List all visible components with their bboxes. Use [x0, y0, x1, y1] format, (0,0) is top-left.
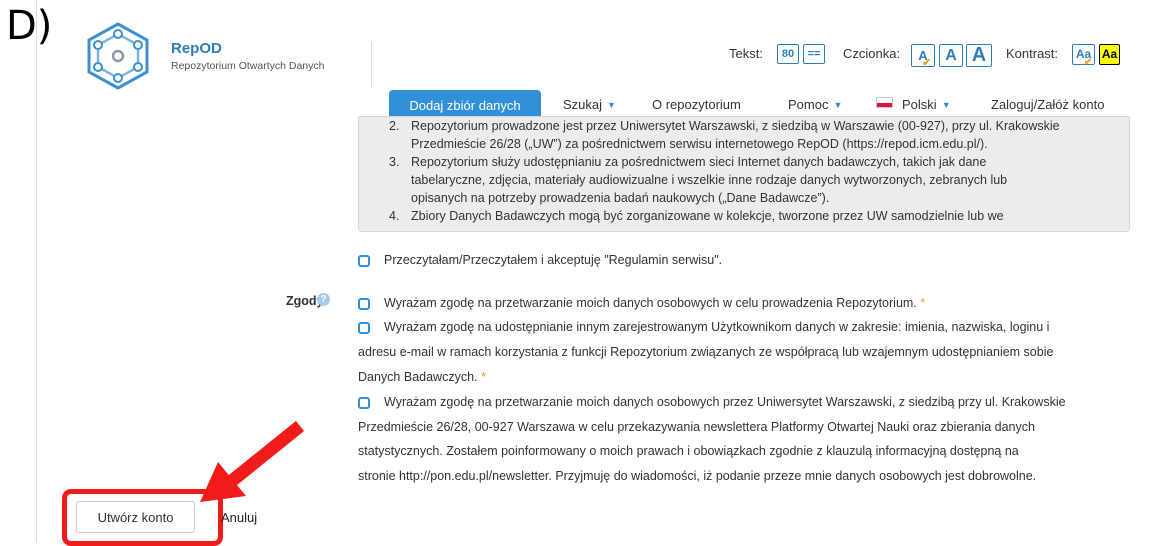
font-large-button[interactable]: A	[966, 44, 992, 67]
hexagon-network-icon[interactable]	[84, 20, 152, 92]
nav-about-link[interactable]: O repozytorium	[652, 97, 741, 112]
font-medium-button[interactable]: A	[939, 44, 963, 67]
caret-down-icon: ▼	[607, 100, 616, 110]
regulation-line: Repozytorium służy udostępnianiu za pośr…	[411, 155, 987, 169]
nav-search-dropdown[interactable]: Szukaj ▼	[563, 97, 616, 112]
required-star: *	[920, 296, 926, 310]
nav-search-label: Szukaj	[563, 97, 603, 112]
text-size-eq-button[interactable]: ==	[803, 44, 825, 64]
cancel-link[interactable]: Anuluj	[221, 510, 257, 525]
regulation-number: 4.	[389, 209, 400, 223]
consent-newsletter-line: stronie http://pon.edu.pl/newsletter. Pr…	[358, 469, 1037, 483]
nav-help-dropdown[interactable]: Pomoc ▼	[788, 97, 842, 112]
regulation-line: tabelaryczne, zdjęcia, materiały audiowi…	[411, 173, 1008, 187]
consent-sharing-checkbox[interactable]	[358, 322, 370, 334]
consent-newsletter-line: statystycznych. Zostałem poinformowany o…	[358, 444, 1019, 458]
consent-processing-label: Wyrażam zgodę na przetwarzanie moich dan…	[384, 296, 926, 310]
font-small-button[interactable]: A ✔	[911, 44, 935, 69]
consent-sharing-line: adresu e-mail w ramach korzystania z fun…	[358, 345, 1054, 359]
caret-down-icon: ▼	[941, 100, 951, 110]
contrast-normal-button[interactable]: Aa ✔	[1072, 44, 1095, 68]
create-account-button[interactable]: Utwórz konto	[76, 501, 195, 533]
text-size-label: Tekst:	[729, 46, 763, 61]
header-divider	[371, 42, 372, 87]
regulation-line: Zbiory Danych Badawczych mogą być zorgan…	[411, 209, 1004, 223]
consent-sharing-line: Danych Badawczych. *	[358, 370, 486, 384]
consent-newsletter-checkbox[interactable]	[358, 397, 370, 409]
consent-sharing-line: Wyrażam zgodę na udostępnianie innym zar…	[384, 320, 1050, 334]
consent-processing-checkbox[interactable]	[358, 298, 370, 310]
brand-name[interactable]: RepOD	[171, 40, 222, 57]
regulation-number: 2.	[389, 119, 400, 133]
question-circle-icon[interactable]: ?	[317, 293, 330, 306]
regulation-line: Przedmieście 26/28 („UW”) za pośrednictw…	[411, 137, 988, 151]
panel-letter: D)	[6, 3, 53, 49]
poland-flag-icon	[876, 97, 893, 108]
red-arrow-icon	[200, 420, 305, 502]
page-edge-divider	[36, 0, 37, 542]
regulations-box[interactable]: 2. Repozytorium prowadzone jest przez Un…	[358, 116, 1130, 232]
checkmark-icon: ✔	[1084, 57, 1093, 68]
terms-checkbox[interactable]	[358, 255, 370, 267]
font-label: Czcionka:	[843, 46, 901, 61]
nav-help-label: Pomoc	[788, 97, 829, 112]
consent-newsletter-line: Przedmieście 26/28, 00-927 Warszawa w ce…	[358, 420, 1035, 434]
text-size-80-button[interactable]: 80	[777, 44, 799, 64]
contrast-label: Kontrast:	[1006, 46, 1059, 61]
terms-label: Przeczytałam/Przeczytałem i akceptuję "R…	[384, 253, 723, 267]
checkmark-icon: ✔	[922, 57, 932, 69]
regulation-line: Repozytorium prowadzone jest przez Uniwe…	[411, 119, 1060, 133]
nav-language-dropdown[interactable]: Polski ▼	[902, 97, 951, 112]
contrast-high-button[interactable]: Aa	[1099, 44, 1120, 65]
consent-newsletter-line: Wyrażam zgodę na przetwarzanie moich dan…	[384, 395, 1066, 409]
nav-language-label: Polski	[902, 97, 937, 112]
caret-down-icon: ▼	[833, 100, 843, 110]
required-star: *	[481, 370, 486, 384]
brand-subtitle: Repozytorium Otwartych Danych	[171, 60, 325, 72]
nav-login-link[interactable]: Zaloguj/Załóż konto	[991, 97, 1104, 112]
regulation-number: 3.	[389, 155, 400, 169]
regulation-line: opisanych na potrzeby prowadzenia badań …	[411, 191, 830, 205]
